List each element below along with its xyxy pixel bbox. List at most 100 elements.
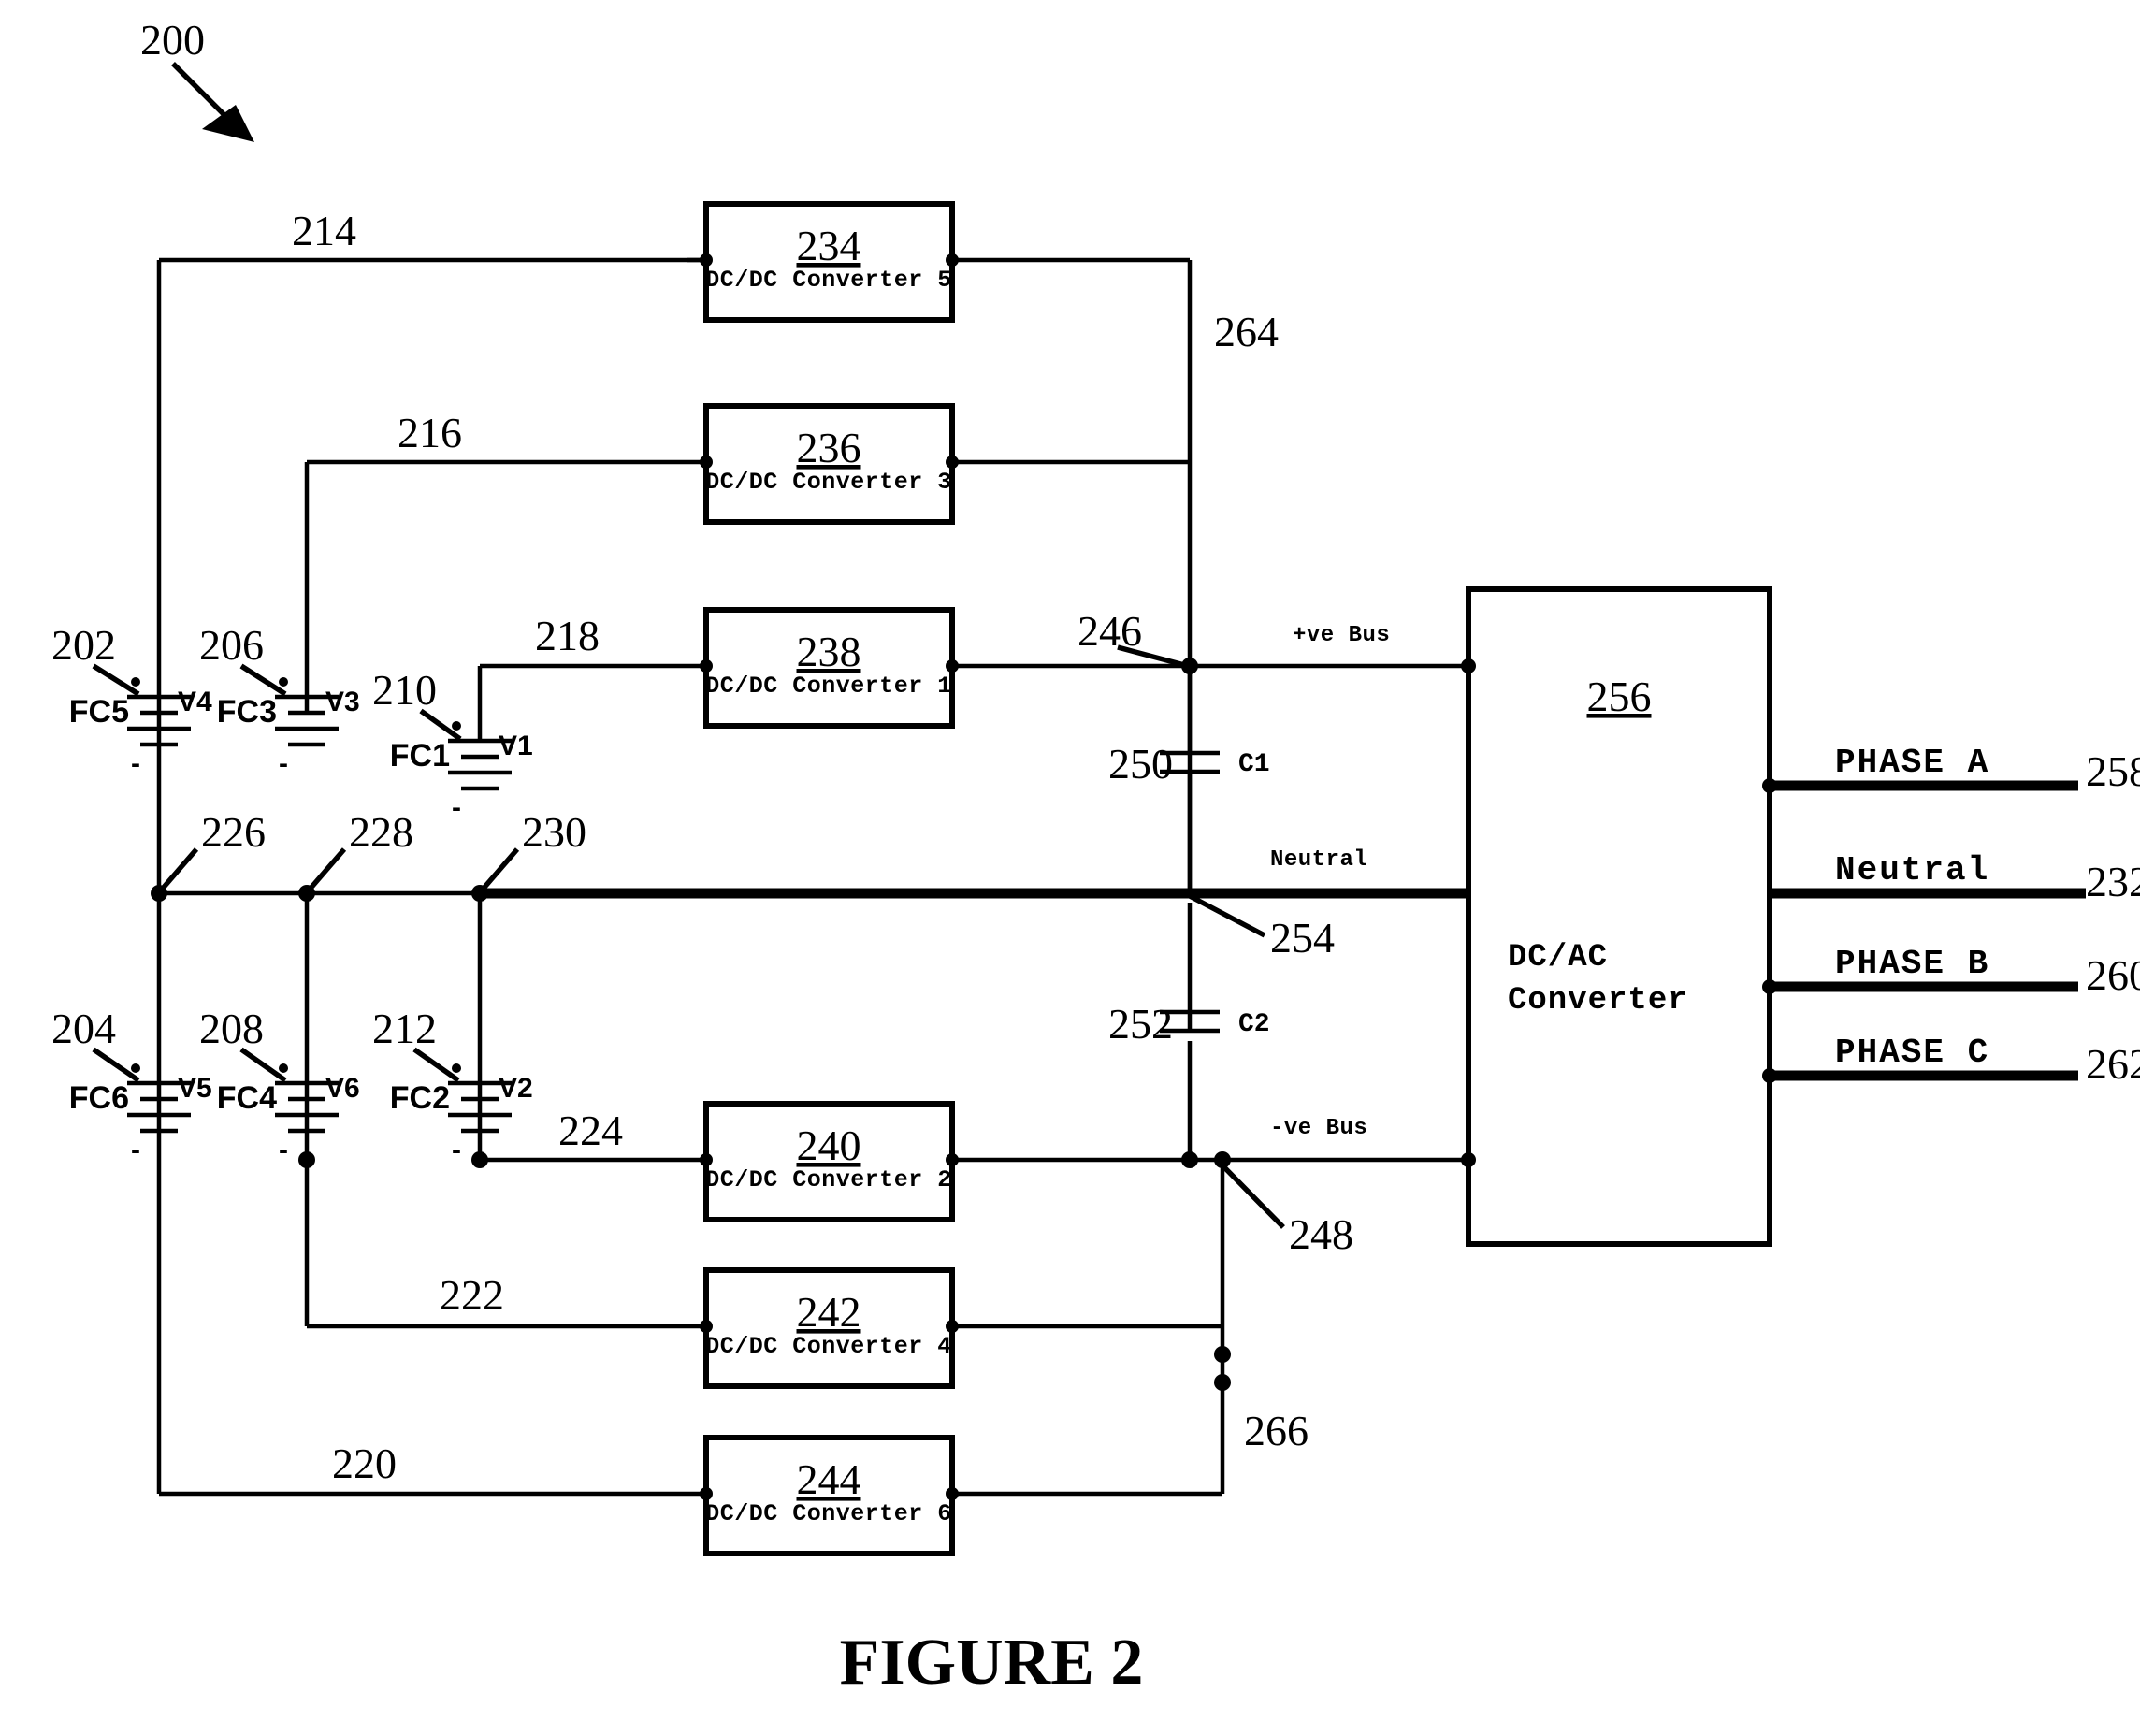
leader-208: [239, 1047, 287, 1083]
converter-234-label: DC/DC Converter 5: [705, 267, 952, 294]
output-ref-262: 262: [2086, 1040, 2140, 1088]
figure-caption: FIGURE 2: [840, 1627, 1144, 1699]
converter-238-label: DC/DC Converter 1: [705, 673, 952, 700]
fc3-minus-sign: -: [279, 748, 288, 779]
node-ref-230: 230: [522, 808, 586, 856]
leader-248: [1221, 1164, 1285, 1229]
source-voltage-v2: V2: [499, 1073, 533, 1104]
converter-block-234[interactable]: 234 DC/DC Converter 5: [700, 201, 959, 323]
converter-240-label: DC/DC Converter 2: [705, 1166, 952, 1194]
output-label-phase-c: PHASE C: [1835, 1034, 1989, 1072]
fc2-plus-dot: [452, 1063, 461, 1073]
leader-230: [479, 847, 520, 892]
inverter-256-label-line1: DC/AC: [1508, 940, 1608, 976]
bus-label-positive: +ve Bus: [1293, 623, 1390, 648]
capacitor-name-c1: C1: [1238, 750, 1270, 779]
source-voltage-v4: V4: [178, 687, 212, 717]
converter-244-ref: 244: [797, 1455, 861, 1503]
source-name-fc2: FC2: [390, 1080, 450, 1116]
rail-ref-266: 266: [1244, 1407, 1309, 1454]
inverter-block-256[interactable]: 256 DC/AC Converter: [1461, 586, 1777, 1247]
output-label-phase-a: PHASE A: [1835, 744, 1989, 782]
junction-dots: [151, 658, 1231, 1391]
converter-block-238[interactable]: 238 DC/DC Converter 1: [700, 607, 959, 729]
circuit-diagram: - - - - - - 234 DC/DC Converter 5 236 DC…: [51, 16, 2140, 1699]
fc1-plus-dot: [452, 721, 461, 731]
converter-238-ref: 238: [797, 628, 861, 675]
source-ref-210: 210: [372, 666, 437, 714]
output-label-neutral: Neutral: [1835, 851, 1989, 890]
converter-244-label: DC/DC Converter 6: [705, 1500, 952, 1527]
wire-ref-220: 220: [332, 1439, 397, 1487]
capacitor-name-c2: C2: [1238, 1010, 1270, 1039]
system-ref-200: 200: [140, 16, 205, 64]
wire-ref-218: 218: [535, 612, 600, 659]
fc5-plus-dot: [131, 677, 140, 687]
leader-228: [306, 847, 347, 892]
converter-236-ref: 236: [797, 424, 861, 471]
fc6-minus-sign: -: [131, 1135, 140, 1165]
source-voltage-v1: V1: [499, 731, 533, 761]
converter-236-label: DC/DC Converter 3: [705, 469, 952, 496]
patent-figure-page: - - - - - - 234 DC/DC Converter 5 236 DC…: [0, 0, 2140, 1736]
fc3-plus-dot: [279, 677, 288, 687]
source-name-fc3: FC3: [217, 694, 277, 730]
source-ref-202: 202: [51, 621, 116, 669]
converter-block-244[interactable]: 244 DC/DC Converter 6: [700, 1435, 959, 1556]
node-ref-228: 228: [349, 808, 413, 856]
converter-234-out-node: [946, 253, 959, 267]
bus-label-negative: -ve Bus: [1270, 1116, 1367, 1141]
converter-236-in-node: [700, 456, 713, 469]
node-ref-254: 254: [1270, 914, 1335, 962]
converter-block-240[interactable]: 240 DC/DC Converter 2: [700, 1101, 959, 1222]
leader-212: [412, 1047, 460, 1083]
source-name-fc4: FC4: [217, 1080, 277, 1116]
leader-206: [239, 663, 287, 697]
wire-ref-214: 214: [292, 207, 356, 254]
converter-242-out-node: [946, 1320, 959, 1333]
node-ref-246: 246: [1077, 607, 1142, 655]
converter-234-ref: 234: [797, 222, 861, 269]
node-fc4-branch-dot: [298, 1151, 315, 1168]
leader-254: [1188, 893, 1266, 938]
source-ref-208: 208: [199, 1005, 264, 1052]
source-name-fc6: FC6: [69, 1080, 129, 1116]
converter-244-out-node: [946, 1487, 959, 1500]
leader-204: [92, 1047, 140, 1083]
node-ref-226: 226: [201, 808, 266, 856]
source-ref-204: 204: [51, 1005, 116, 1052]
node-266-dot-lower: [1214, 1374, 1231, 1391]
output-ref-260: 260: [2086, 951, 2140, 999]
converter-240-ref: 240: [797, 1121, 861, 1169]
fc5-minus-sign: -: [131, 748, 140, 779]
converter-242-in-node: [700, 1320, 713, 1333]
wire-ref-222: 222: [440, 1271, 504, 1319]
capacitor-ref-252: 252: [1108, 1000, 1173, 1048]
source-ref-212: 212: [372, 1005, 437, 1052]
source-ref-206: 206: [199, 621, 264, 669]
converter-block-236[interactable]: 236 DC/DC Converter 3: [700, 403, 959, 525]
converter-242-label: DC/DC Converter 4: [705, 1333, 952, 1360]
inverter-positive-terminal: [1461, 658, 1476, 673]
leader-226: [158, 847, 199, 892]
source-name-fc1: FC1: [390, 738, 450, 774]
inverter-negative-terminal: [1461, 1152, 1476, 1167]
source-voltage-v5: V5: [178, 1073, 212, 1104]
converter-244-in-node: [700, 1487, 713, 1500]
converter-238-out-node: [946, 659, 959, 673]
converter-240-in-node: [700, 1153, 713, 1166]
node-ref-248: 248: [1289, 1210, 1353, 1258]
node-248-dot: [1181, 1151, 1198, 1168]
capacitor-ref-250: 250: [1108, 740, 1173, 788]
output-lines: [1770, 780, 2078, 1081]
converter-242-ref: 242: [797, 1288, 861, 1336]
node-266-dot-upper: [1214, 1346, 1231, 1363]
bus-label-neutral-mid: Neutral: [1270, 847, 1367, 873]
converter-238-in-node: [700, 659, 713, 673]
output-label-phase-b: PHASE B: [1835, 945, 1989, 983]
source-name-fc5: FC5: [69, 694, 129, 730]
converter-block-242[interactable]: 242 DC/DC Converter 4: [700, 1267, 959, 1389]
rail-ref-264: 264: [1214, 308, 1279, 355]
output-ref-258: 258: [2086, 747, 2140, 795]
output-ref-232: 232: [2086, 858, 2140, 905]
